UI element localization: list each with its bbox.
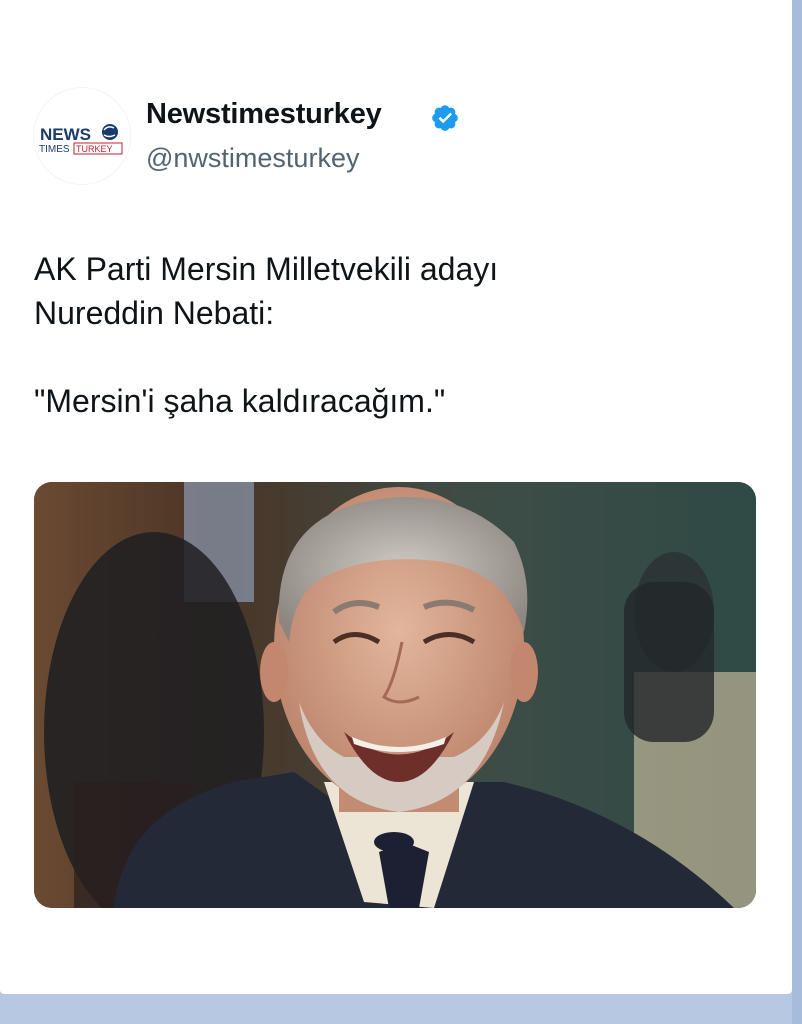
tweet-text: AK Parti Mersin Milletvekili adayı Nured… xyxy=(34,247,754,423)
smiling-man-photo xyxy=(34,482,756,908)
account-display-name[interactable]: Newstimesturkey xyxy=(146,98,382,131)
page-edge xyxy=(792,0,802,1024)
tweet-quote: "Mersin'i şaha kaldıracağım." xyxy=(34,383,446,419)
logo-text-turkey: TURKEY xyxy=(76,144,113,154)
tweet-line-1: AK Parti Mersin Milletvekili adayı xyxy=(34,251,499,287)
newstimesturkey-logo-icon: NEWS TIMES TURKEY xyxy=(34,88,130,184)
logo-text-times: TIMES xyxy=(39,144,70,155)
verified-badge-icon xyxy=(432,105,458,131)
account-handle[interactable]: @nwstimesturkey xyxy=(146,143,359,174)
tweet-line-2: Nureddin Nebati: xyxy=(34,295,275,331)
account-avatar[interactable]: NEWS TIMES TURKEY xyxy=(34,88,130,184)
logo-text-news: NEWS xyxy=(40,125,91,144)
tweet-photo[interactable] xyxy=(34,482,756,908)
tweet-card: NEWS TIMES TURKEY Newstimesturkey @nwsti… xyxy=(0,0,792,994)
